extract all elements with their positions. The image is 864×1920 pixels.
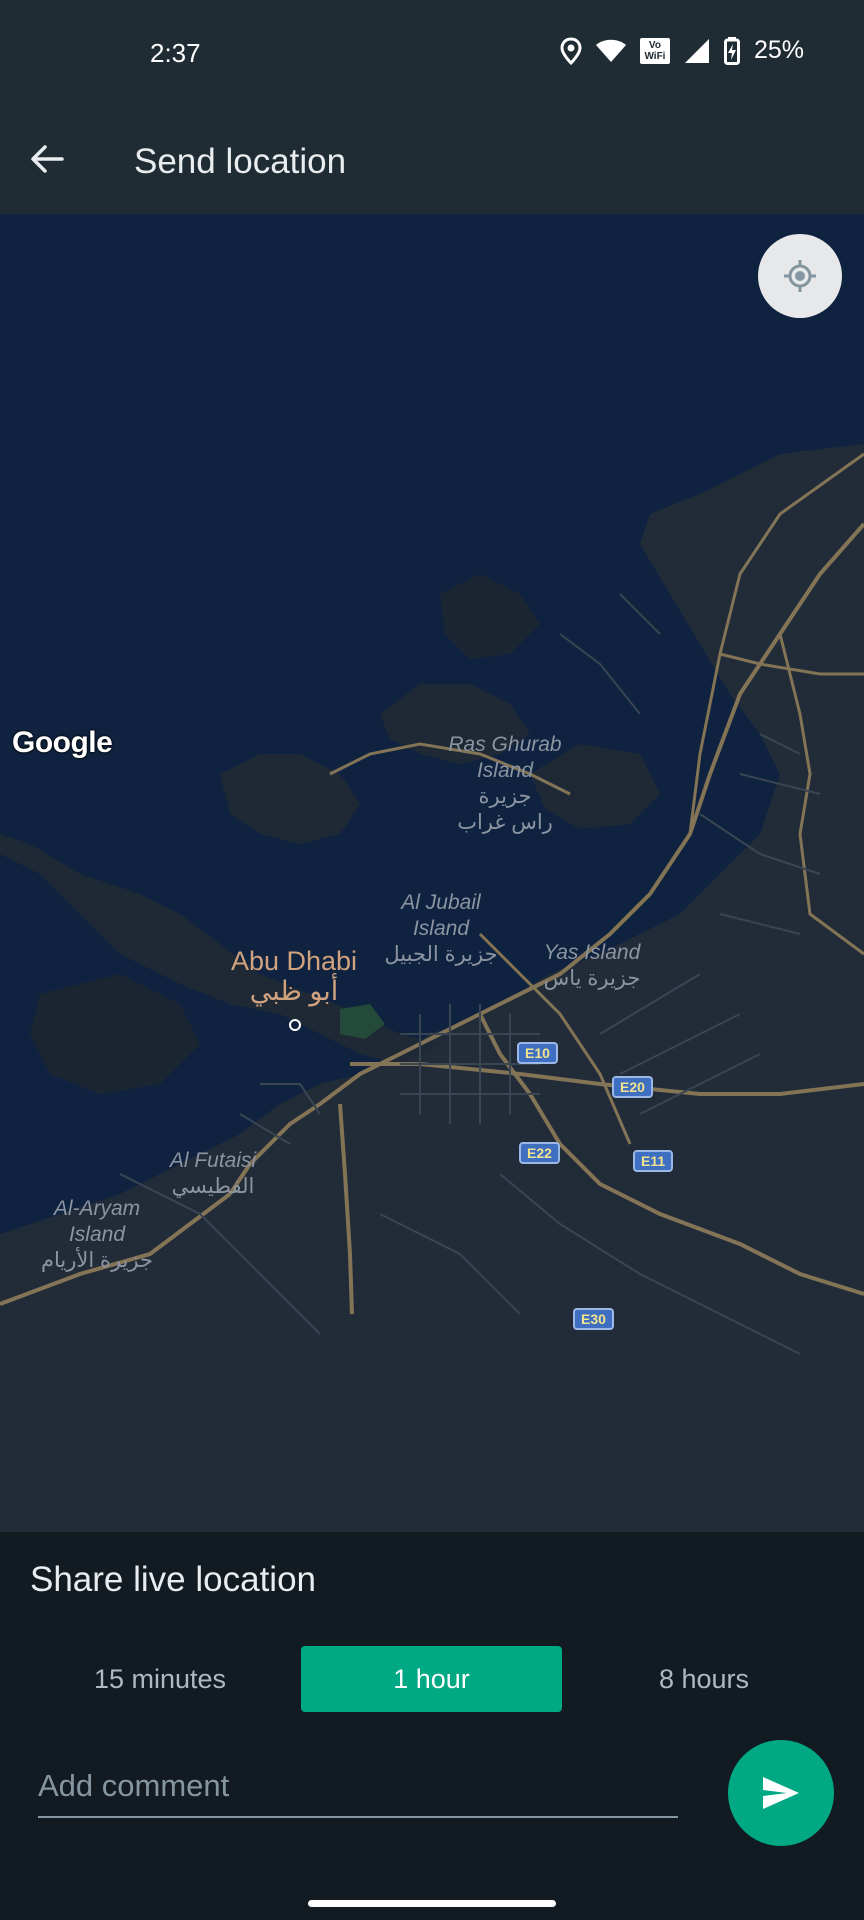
map-label-yas-island: Yas Island جزيرة ياس — [543, 941, 641, 990]
map-label-abu-dhabi: Abu Dhabi أبو ظبي — [230, 946, 358, 1006]
duration-option-8-hours[interactable]: 8 hours — [574, 1646, 834, 1712]
back-button[interactable] — [22, 134, 72, 184]
status-bar: 2:37 Vo WiFi 25% — [0, 0, 864, 110]
road-shield-e22: E22 — [519, 1142, 560, 1164]
map-canvas — [0, 444, 864, 1532]
location-icon — [560, 36, 582, 65]
my-location-button[interactable] — [758, 234, 842, 318]
share-live-location-sheet: Share live location 15 minutes 1 hour 8 … — [0, 1532, 864, 1872]
share-live-location-title: Share live location — [30, 1560, 316, 1599]
comment-input[interactable] — [38, 1760, 678, 1812]
page-title: Send location — [134, 142, 347, 181]
status-icons: Vo WiFi 25% — [560, 36, 804, 65]
google-logo: Google — [12, 726, 113, 759]
map-label-al-aryam: Al-Aryam Island جزيرة الأريام — [40, 1197, 154, 1272]
battery-percentage: 25% — [753, 36, 804, 64]
my-location-icon — [784, 260, 816, 292]
map-label-al-futaisi: Al Futaisi الفطيسي — [169, 1149, 257, 1198]
road-shield-e10: E10 — [517, 1042, 558, 1064]
wifi-icon — [595, 39, 626, 62]
comment-field[interactable] — [38, 1760, 678, 1818]
send-button[interactable] — [728, 1740, 834, 1846]
duration-option-1-hour[interactable]: 1 hour — [301, 1646, 562, 1712]
battery-charging-icon — [723, 36, 740, 65]
map-label-al-jubail: Al Jubail Island جزيرة الجبيل — [384, 891, 498, 966]
road-shield-e20: E20 — [612, 1076, 653, 1098]
map-view[interactable]: Google Ras Ghurab Island جزيرة راس غراب … — [0, 214, 864, 1532]
duration-selector: 15 minutes 1 hour 8 hours — [30, 1646, 834, 1712]
home-indicator[interactable] — [308, 1900, 556, 1907]
road-shield-e30: E30 — [573, 1308, 614, 1330]
navigation-bar — [0, 1872, 864, 1920]
vowifi-icon: Vo WiFi — [639, 37, 670, 64]
duration-option-15-minutes[interactable]: 15 minutes — [30, 1646, 290, 1712]
send-icon — [763, 1777, 799, 1809]
signal-icon — [684, 38, 709, 63]
road-shield-e11: E11 — [633, 1150, 674, 1172]
arrow-left-icon — [31, 145, 64, 173]
status-time: 2:37 — [150, 38, 201, 68]
map-label-ras-ghurab: Ras Ghurab Island جزيرة راس غراب — [448, 733, 562, 834]
app-bar: Send location — [0, 110, 864, 214]
